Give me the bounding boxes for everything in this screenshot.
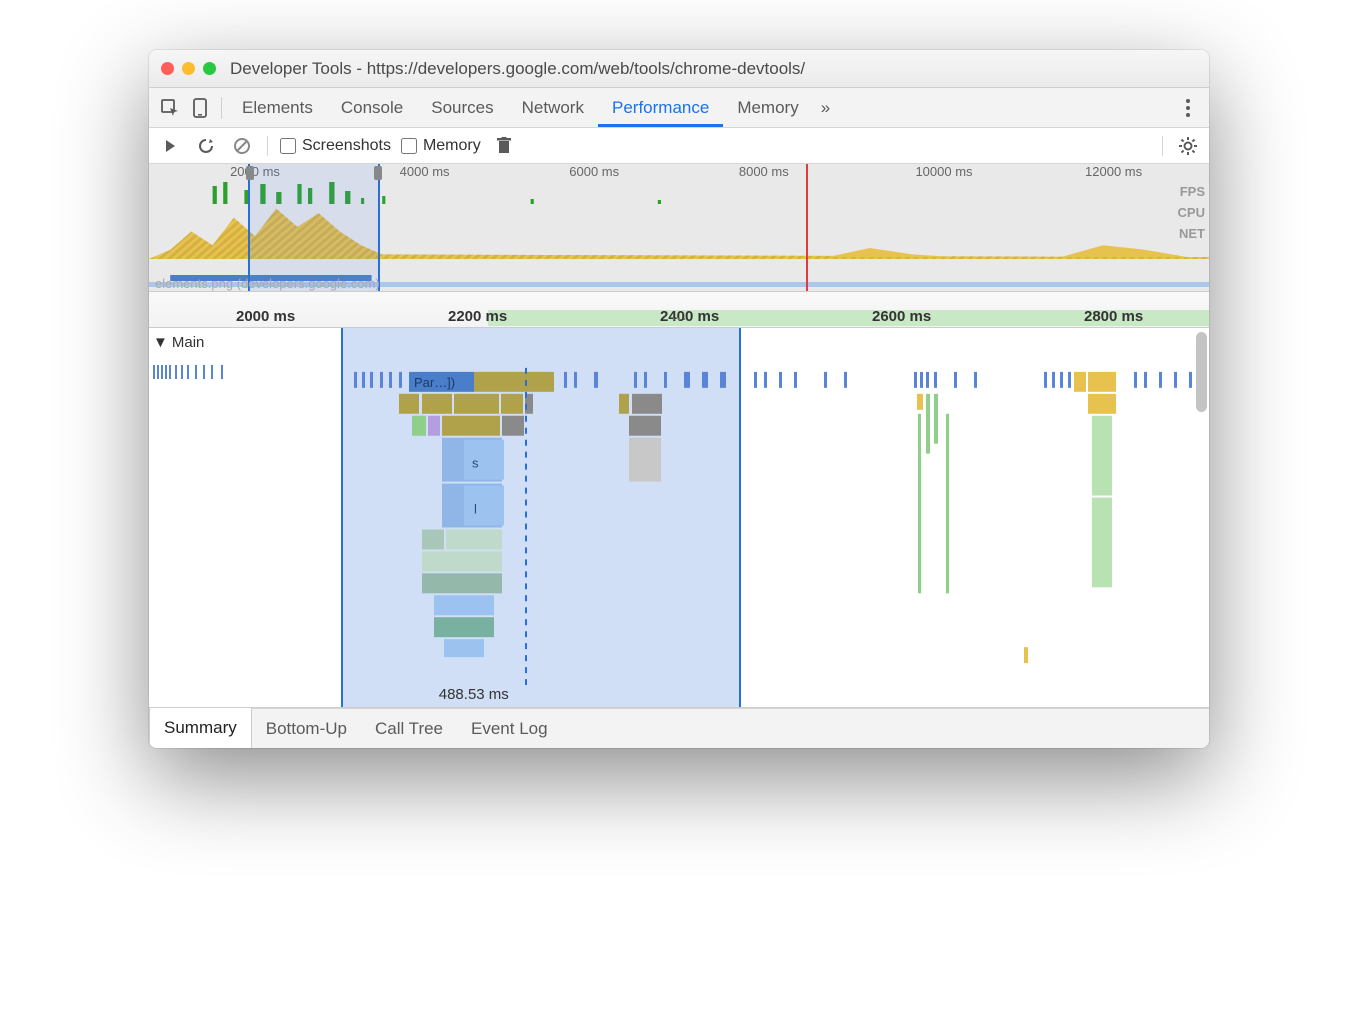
divider (1162, 136, 1163, 156)
inspect-element-icon[interactable] (155, 93, 185, 123)
tab-elements[interactable]: Elements (228, 88, 327, 127)
screenshots-checkbox[interactable]: Screenshots (280, 137, 391, 155)
overview-tick: 6000 ms (569, 164, 619, 179)
flame-parse-label: Par…]) (414, 375, 455, 390)
overview-tick: 10000 ms (915, 164, 972, 179)
overview-tick: 4000 ms (400, 164, 450, 179)
ruler-tick: 2000 ms (236, 308, 295, 325)
clear-icon[interactable] (229, 133, 255, 159)
flame-chart-svg: Par…]) (234, 328, 1209, 707)
timeline-ruler[interactable]: 2000 ms 2200 ms 2400 ms 2600 ms 2800 ms … (149, 292, 1209, 328)
flame-chart-canvas[interactable]: Par…]) (234, 328, 1209, 707)
performance-toolbar: Screenshots Memory (149, 128, 1209, 164)
overview-marker-line (806, 164, 808, 291)
flame-chart-area: ▼ Main (149, 328, 1209, 708)
flame-left-ticks (153, 365, 238, 395)
divider (267, 136, 268, 156)
tab-network[interactable]: Network (508, 88, 598, 127)
close-icon[interactable] (161, 62, 174, 75)
memory-label: Memory (423, 137, 481, 155)
ruler-tick: 2600 ms (872, 308, 931, 325)
flame-measure-label: 488.53 ms (439, 686, 509, 703)
toggle-device-icon[interactable] (185, 93, 215, 123)
tab-overflow[interactable]: » (813, 88, 838, 127)
ruler-tick: 2400 ms (660, 308, 719, 325)
flame-l-label: l (474, 502, 477, 517)
ruler-tick: 2200 ms (448, 308, 507, 325)
screenshots-checkbox-input[interactable] (280, 138, 296, 154)
tab-call-tree[interactable]: Call Tree (361, 709, 457, 748)
devtools-window: Developer Tools - https://developers.goo… (149, 50, 1209, 748)
flame-scrollbar[interactable] (1196, 332, 1207, 412)
tab-memory[interactable]: Memory (723, 88, 812, 127)
more-menu-icon[interactable] (1173, 93, 1203, 123)
tab-event-log[interactable]: Event Log (457, 709, 562, 748)
memory-checkbox[interactable]: Memory (401, 137, 481, 155)
settings-gear-icon[interactable] (1175, 133, 1201, 159)
tab-sources[interactable]: Sources (417, 88, 507, 127)
ruler-ellipsis: ⋯ (671, 309, 687, 329)
overview-tick: 8000 ms (739, 164, 789, 179)
window-titlebar[interactable]: Developer Tools - https://developers.goo… (149, 50, 1209, 88)
timeline-overview[interactable]: 2000 ms 4000 ms 6000 ms 8000 ms 10000 ms… (149, 164, 1209, 292)
details-tabstrip: Summary Bottom-Up Call Tree Event Log (149, 708, 1209, 748)
traffic-lights (161, 62, 216, 75)
memory-checkbox-input[interactable] (401, 138, 417, 154)
trash-icon[interactable] (491, 133, 517, 159)
flame-s-label: s (472, 456, 479, 471)
ruler-tick: 2800 ms (1084, 308, 1143, 325)
overview-tick: 12000 ms (1085, 164, 1142, 179)
minimize-icon[interactable] (182, 62, 195, 75)
record-icon[interactable] (157, 133, 183, 159)
tab-bottom-up[interactable]: Bottom-Up (252, 709, 361, 748)
main-track-toggle[interactable]: ▼ Main (153, 334, 230, 351)
screenshots-label: Screenshots (302, 137, 391, 155)
overview-selection[interactable] (248, 164, 381, 291)
tab-performance[interactable]: Performance (598, 88, 723, 127)
zoom-icon[interactable] (203, 62, 216, 75)
tab-summary[interactable]: Summary (149, 708, 252, 748)
overview-network-entry: elements.png (developers.google.com) (155, 276, 380, 291)
devtools-tabstrip: Elements Console Sources Network Perform… (149, 88, 1209, 128)
divider (221, 97, 222, 119)
reload-icon[interactable] (193, 133, 219, 159)
main-track-label: Main (172, 334, 205, 351)
chevron-down-icon: ▼ (153, 334, 168, 351)
overview-handle-left[interactable] (246, 166, 254, 180)
overview-handle-right[interactable] (374, 166, 382, 180)
window-title: Developer Tools - https://developers.goo… (230, 59, 805, 79)
flame-track-header: ▼ Main (149, 328, 234, 707)
tab-console[interactable]: Console (327, 88, 417, 127)
